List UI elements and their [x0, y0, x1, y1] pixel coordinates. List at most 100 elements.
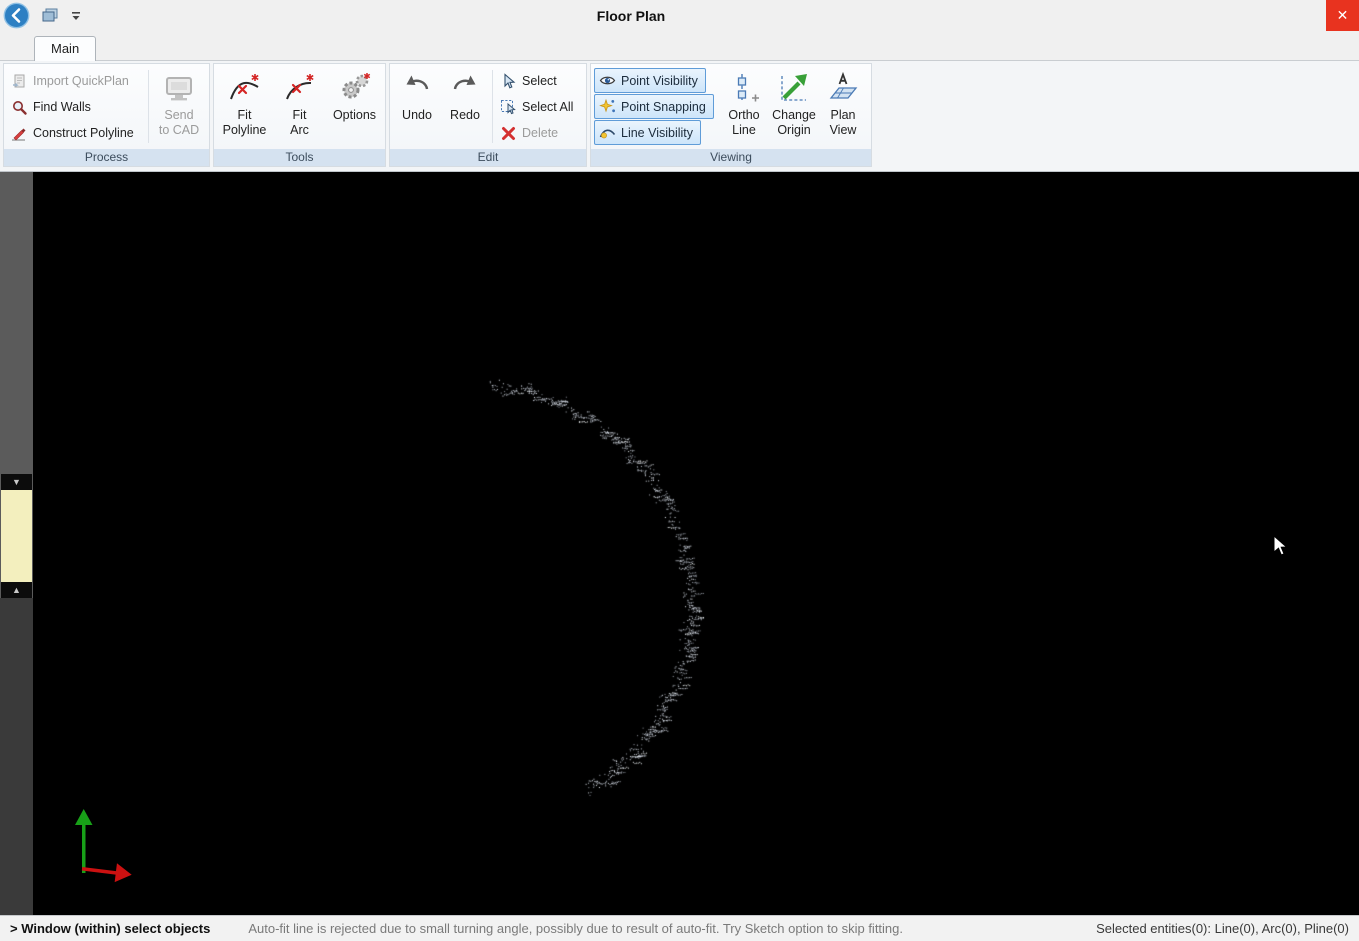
group-label-process: Process	[4, 149, 209, 166]
ortho-line-button[interactable]: Ortho Line	[720, 66, 768, 147]
construct-polyline-label: Construct Polyline	[33, 126, 134, 140]
options-label: Options	[333, 108, 376, 123]
point-visibility-toggle[interactable]: Point Visibility	[594, 68, 706, 93]
import-quickplan-icon	[11, 73, 28, 90]
change-origin-button[interactable]: Change Origin	[768, 66, 820, 147]
fit-polyline-icon	[228, 71, 262, 105]
ribbon-group-viewing: Point Visibility Point Snapping Line Vis…	[590, 63, 872, 167]
delete-button[interactable]: Delete	[496, 120, 577, 146]
construct-polyline-button[interactable]: Construct Polyline	[7, 120, 145, 146]
redo-label: Redo	[450, 108, 480, 123]
fit-arc-label-2: Arc	[290, 123, 309, 138]
x-axis-arrowhead	[115, 863, 133, 883]
delete-icon	[500, 125, 517, 142]
select-label: Select	[522, 74, 557, 88]
fit-arc-label-1: Fit	[293, 108, 307, 123]
send-to-cad-label-1: Send	[164, 108, 193, 123]
select-all-button[interactable]: Select All	[496, 94, 577, 120]
find-walls-label: Find Walls	[33, 100, 91, 114]
point-snapping-icon	[599, 98, 616, 115]
workarea: ▼ ▲	[0, 172, 1359, 915]
import-quickplan-label: Import QuickPlan	[33, 74, 129, 88]
plan-view-label-1: Plan	[830, 108, 855, 123]
strip-color-swatch[interactable]	[1, 490, 32, 582]
close-button[interactable]: ✕	[1326, 0, 1359, 31]
send-to-cad-label-2: to CAD	[159, 123, 199, 138]
line-visibility-icon	[599, 124, 616, 141]
process-separator	[148, 70, 149, 143]
mouse-cursor	[1273, 535, 1289, 557]
selection-status: Selected entities(0): Line(0), Arc(0), P…	[1096, 921, 1349, 936]
fit-arc-button[interactable]: Fit Arc	[273, 66, 327, 147]
point-visibility-label: Point Visibility	[621, 74, 698, 88]
command-prompt-text: > Window (within) select objects	[10, 921, 210, 936]
redo-button[interactable]: Redo	[441, 66, 489, 147]
back-button[interactable]	[3, 2, 30, 29]
edit-separator	[492, 70, 493, 143]
strip-scroll-down-button[interactable]: ▼	[1, 474, 32, 490]
tab-main[interactable]: Main	[34, 36, 96, 61]
back-icon	[3, 2, 30, 29]
change-origin-label-2: Origin	[777, 123, 810, 138]
y-axis-arrowhead	[75, 809, 93, 825]
strip-scroll-up-button[interactable]: ▲	[1, 582, 32, 598]
y-axis-shaft	[82, 825, 86, 873]
plan-view-button[interactable]: Plan View	[820, 66, 866, 147]
ortho-line-label-2: Line	[732, 123, 756, 138]
group-label-edit: Edit	[390, 149, 586, 166]
window-icon[interactable]	[42, 8, 59, 23]
send-to-cad-icon	[162, 71, 196, 105]
select-all-label: Select All	[522, 100, 573, 114]
options-icon	[338, 71, 372, 105]
plan-view-label-2: View	[830, 123, 857, 138]
point-cloud-canvas	[33, 172, 1359, 915]
import-quickplan-button[interactable]: Import QuickPlan	[7, 68, 145, 94]
ribbon-group-process: Import QuickPlan Find Walls Construct Po…	[3, 63, 210, 167]
plan-view-icon	[826, 71, 860, 105]
titlebar: Floor Plan ✕	[0, 0, 1359, 31]
status-message: Auto-fit line is rejected due to small t…	[248, 921, 903, 936]
select-button[interactable]: Select	[496, 68, 577, 94]
statusbar: > Window (within) select objects Auto-fi…	[0, 915, 1359, 941]
undo-label: Undo	[402, 108, 432, 123]
redo-icon	[448, 71, 482, 105]
find-walls-button[interactable]: Find Walls	[7, 94, 145, 120]
point-visibility-icon	[599, 72, 616, 89]
quick-access-dropdown-icon[interactable]	[71, 11, 81, 21]
group-label-viewing: Viewing	[591, 149, 871, 166]
point-snapping-label: Point Snapping	[621, 100, 706, 114]
fit-polyline-button[interactable]: Fit Polyline	[218, 66, 272, 147]
triangle-up-icon: ▲	[12, 585, 21, 595]
ribbon: Import QuickPlan Find Walls Construct Po…	[0, 61, 1359, 172]
ortho-line-label-1: Ortho	[728, 108, 759, 123]
close-icon: ✕	[1337, 7, 1349, 24]
ribbon-tabstrip: Main	[0, 31, 1359, 61]
options-button[interactable]: Options	[328, 66, 382, 147]
drawing-viewport[interactable]	[33, 172, 1359, 915]
line-visibility-toggle[interactable]: Line Visibility	[594, 120, 701, 145]
select-all-icon	[500, 99, 517, 116]
ribbon-group-tools: Fit Polyline Fit Arc Options Tools	[213, 63, 386, 167]
select-icon	[500, 73, 517, 90]
change-origin-label-1: Change	[772, 108, 816, 123]
group-label-tools: Tools	[214, 149, 385, 166]
side-panel-strip[interactable]: ▼ ▲	[0, 172, 33, 915]
ribbon-group-edit: Undo Redo Select	[389, 63, 587, 167]
line-visibility-label: Line Visibility	[621, 126, 693, 140]
delete-label: Delete	[522, 126, 558, 140]
ortho-line-icon	[727, 71, 761, 105]
construct-polyline-icon	[11, 125, 28, 142]
fit-arc-icon	[283, 71, 317, 105]
fit-polyline-label-2: Polyline	[223, 123, 267, 138]
window-title: Floor Plan	[597, 8, 665, 24]
point-snapping-toggle[interactable]: Point Snapping	[594, 94, 714, 119]
undo-button[interactable]: Undo	[393, 66, 441, 147]
send-to-cad-button[interactable]: Send to CAD	[152, 66, 206, 147]
strip-lower-area	[0, 598, 33, 915]
change-origin-icon	[777, 71, 811, 105]
find-walls-icon	[11, 99, 28, 116]
ucs-axis-icon	[70, 803, 150, 883]
x-axis-shaft	[82, 867, 118, 875]
undo-icon	[400, 71, 434, 105]
fit-polyline-label-1: Fit	[238, 108, 252, 123]
